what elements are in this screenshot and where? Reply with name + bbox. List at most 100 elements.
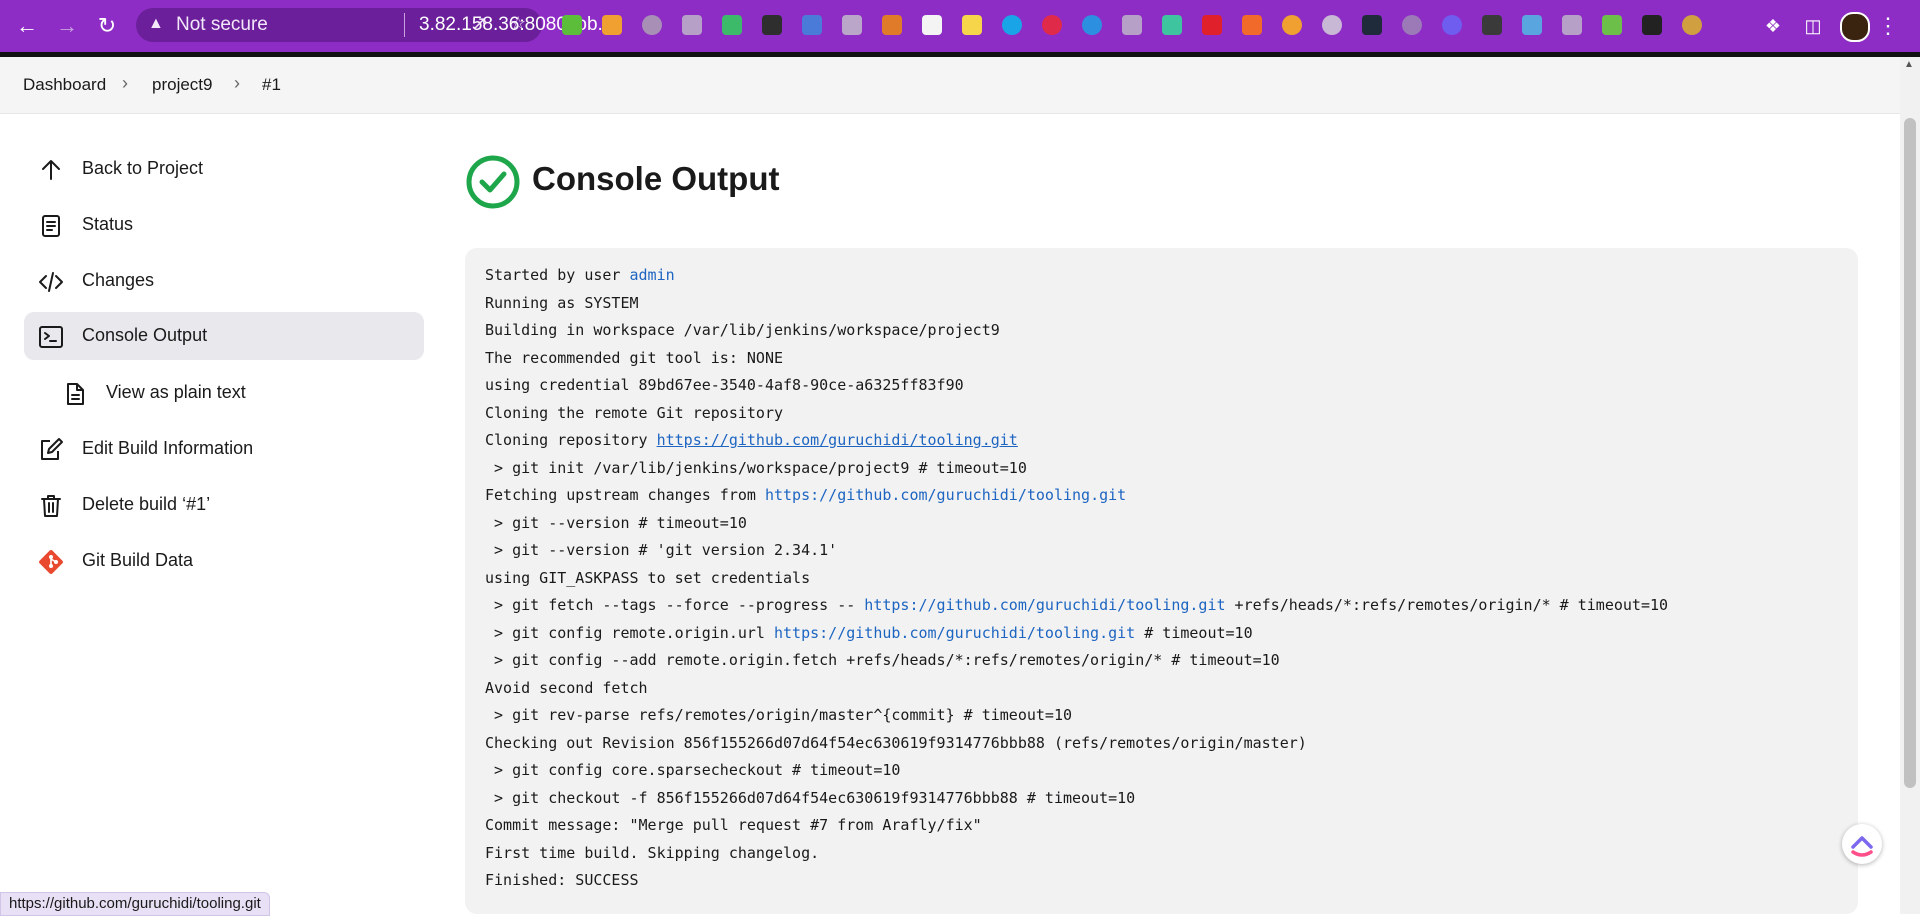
console-text: First time build. Skipping changelog. [485,843,820,862]
extension-icon[interactable] [962,15,982,35]
side-panel-icon[interactable]: ◫ [1798,11,1828,41]
success-check-icon [466,155,520,209]
breadcrumb-build[interactable]: #1 [262,75,281,95]
console-link[interactable]: https://github.com/guruchidi/tooling.git [657,431,1018,449]
console-line: > git --version # timeout=10 [485,514,747,532]
sidebar-item-status[interactable]: Status [24,201,424,249]
extension-icon[interactable] [1362,15,1382,35]
breadcrumb: Dashboard › project9 › #1 [0,57,1900,114]
console-text: Cloning the remote Git repository [485,403,784,422]
link-preview-statusbar: https://github.com/guruchidi/tooling.git [0,892,270,916]
console-text: Cloning repository [485,431,657,449]
console-text: Avoid second fetch [485,678,648,697]
extension-icon[interactable] [1482,15,1502,35]
more-menu-icon[interactable]: ⋮ [1873,11,1903,41]
extension-icon[interactable] [842,15,862,35]
breadcrumb-project[interactable]: project9 [152,75,212,95]
console-line: Cloning repository https://github.com/gu… [485,431,1018,449]
extension-icon[interactable] [1442,15,1462,35]
avatar[interactable] [1840,12,1870,42]
console-link[interactable]: https://github.com/guruchidi/tooling.git [774,624,1135,642]
console-text: +refs/heads/*:refs/remotes/origin/* # ti… [1225,596,1669,614]
console-line: using GIT_ASKPASS to set credentials [485,569,810,587]
chevron-right-icon: › [122,73,128,93]
trash-icon [41,495,61,517]
console-text: using GIT_ASKPASS to set credentials [485,568,811,587]
extension-icon[interactable] [1562,15,1582,35]
clickup-floating-button[interactable] [1842,824,1882,864]
breadcrumb-dashboard[interactable]: Dashboard [23,75,106,95]
console-line: > git rev-parse refs/remotes/origin/mast… [485,706,1072,724]
console-text: # timeout=10 [1135,623,1253,642]
console-line: Started by user admin [485,266,675,284]
extension-icon[interactable] [882,15,902,35]
address-bar[interactable]: ▲ Not secure 3.82.158.36:8080/job... ↗ ☆ [136,8,613,42]
back-arrow-icon[interactable]: ← [12,11,42,41]
extension-icon[interactable] [1522,15,1542,35]
sidebar-item-git-build-data[interactable]: Git Build Data [24,537,424,585]
sidebar-item-edit-build-information[interactable]: Edit Build Information [24,425,424,473]
edit-icon [41,438,63,460]
extension-icon[interactable] [722,15,742,35]
console-link[interactable]: https://github.com/guruchidi/tooling.git [765,486,1126,504]
console-text: > git --version # 'git version 2.34.1' [485,541,838,559]
file-text-icon [67,383,84,405]
reload-icon[interactable]: ↻ [92,11,122,41]
bookmark-star-icon[interactable]: ☆ [510,13,526,34]
scrollbar-thumb[interactable] [1904,118,1916,788]
extension-icon[interactable] [1282,15,1302,35]
extension-icon[interactable] [1202,15,1222,35]
extension-icon[interactable] [1042,15,1062,35]
scroll-up-arrow-icon[interactable]: ▲ [1904,59,1914,70]
console-line: > git config --add remote.origin.fetch +… [485,651,1280,669]
console-link[interactable]: https://github.com/guruchidi/tooling.git [864,596,1225,614]
sidebar-item-label: View as plain text [106,382,246,402]
console-line: > git config remote.origin.url https://g… [485,624,1253,642]
console-line: Avoid second fetch [485,679,648,697]
console-text: Started by user [485,266,630,284]
document-icon [42,215,60,237]
sidebar-item-console-output[interactable]: Console Output [24,312,424,360]
extension-icon[interactable] [802,15,822,35]
sidebar-item-label: Console Output [82,325,208,345]
extension-icon[interactable] [1162,15,1182,35]
extension-icon[interactable] [1602,15,1622,35]
extension-icon[interactable] [1082,15,1102,35]
puzzle-extensions-icon[interactable]: ❖ [1758,11,1788,41]
extension-icon[interactable] [1642,15,1662,35]
console-text: > git config core.sparsecheckout # timeo… [485,761,901,779]
console-line: using credential 89bd67ee-3540-4af8-90ce… [485,376,964,394]
console-link[interactable]: admin [630,266,675,284]
console-line: > git checkout -f 856f155266d07d64f54ec6… [485,789,1135,807]
console-line: Commit message: "Merge pull request #7 f… [485,816,982,834]
console-line: Building in workspace /var/lib/jenkins/w… [485,321,1000,339]
extension-icon[interactable] [1402,15,1422,35]
extension-icon[interactable] [922,15,942,35]
arrow-up-icon [42,160,60,180]
extension-icon[interactable] [682,15,702,35]
sidebar-item-back-to-project[interactable]: Back to Project [24,145,424,193]
forward-arrow-icon[interactable]: → [52,11,82,41]
extension-icon[interactable] [642,15,662,35]
extension-icon[interactable] [762,15,782,35]
extension-icon[interactable] [562,15,582,35]
extension-icon[interactable] [1682,15,1702,35]
extension-icon[interactable] [1002,15,1022,35]
console-text: Finished: SUCCESS [485,871,639,889]
sidebar-item-delete-build[interactable]: Delete build ‘#1’ [24,481,424,529]
extension-icon[interactable] [1242,15,1262,35]
sidebar-item-changes[interactable]: Changes [24,257,424,305]
sidebar-item-label: Back to Project [82,158,204,178]
browser-toolbar: ← → ↻ ▲ Not secure 3.82.158.36:8080/job.… [0,0,1920,52]
sidebar-item-label: Changes [82,270,155,290]
console-line: Cloning the remote Git repository [485,404,783,422]
console-text: Commit message: "Merge pull request #7 f… [485,816,982,834]
sidebar-item-view-plain-text[interactable]: View as plain text [48,369,424,417]
extension-icon[interactable] [1122,15,1142,35]
console-text: > git config --add remote.origin.fetch +… [485,651,1280,669]
share-icon[interactable]: ↗ [472,13,487,34]
console-line: Finished: SUCCESS [485,871,639,889]
console-text: Building in workspace /var/lib/jenkins/w… [485,321,1000,339]
extension-icon[interactable] [1322,15,1342,35]
extension-icon[interactable] [602,15,622,35]
